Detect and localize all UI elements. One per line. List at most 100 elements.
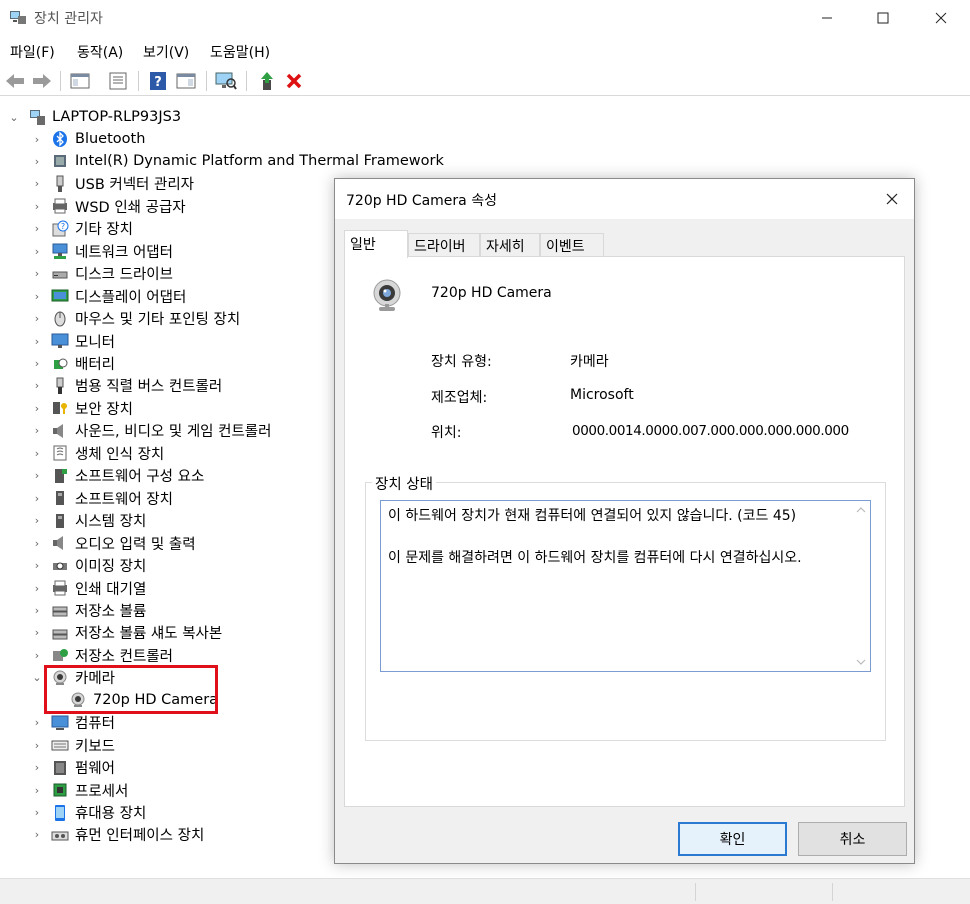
fingerprint-icon xyxy=(51,444,69,462)
menu-file[interactable]: 파일(F) xyxy=(10,42,55,62)
chevron-right-icon[interactable]: › xyxy=(31,335,43,348)
tree-category-item[interactable]: › 디스크 드라이브 xyxy=(31,263,173,285)
tab-details[interactable]: 자세히 xyxy=(480,233,540,257)
chevron-right-icon[interactable]: › xyxy=(31,357,43,370)
chevron-right-icon[interactable]: › xyxy=(31,447,43,460)
ok-button[interactable]: 확인 xyxy=(678,822,787,856)
show-hide-console-button[interactable] xyxy=(69,70,91,92)
tree-category-item[interactable]: › 디스플레이 어댑터 xyxy=(31,285,186,307)
chevron-right-icon[interactable]: › xyxy=(31,537,43,550)
chevron-right-icon[interactable]: › xyxy=(31,514,43,527)
menu-help[interactable]: 도움말(H) xyxy=(210,42,270,62)
tree-category-item[interactable]: › 저장소 볼륨 xyxy=(31,599,147,621)
chevron-right-icon[interactable]: › xyxy=(31,739,43,752)
tree-category-item[interactable]: › 키보드 xyxy=(31,734,115,756)
tree-category-item[interactable]: › 시스템 장치 xyxy=(31,510,146,532)
tree-item-label: 마우스 및 기타 포인팅 장치 xyxy=(75,312,241,329)
chevron-right-icon[interactable]: › xyxy=(31,828,43,841)
tree-category-item[interactable]: › 휴대용 장치 xyxy=(31,802,146,824)
tab-events[interactable]: 이벤트 xyxy=(540,233,604,257)
vertical-scrollbar[interactable] xyxy=(853,502,869,670)
forward-button[interactable] xyxy=(31,70,53,92)
close-icon xyxy=(935,12,947,24)
chevron-right-icon[interactable]: › xyxy=(31,379,43,392)
chevron-right-icon[interactable]: › xyxy=(31,177,43,190)
chevron-down-icon[interactable]: ⌄ xyxy=(8,111,20,124)
tree-category-item[interactable]: › 배터리 xyxy=(31,353,115,375)
tree-category-item[interactable]: › 소프트웨어 장치 xyxy=(31,487,173,509)
tree-category-item[interactable]: › 컴퓨터 xyxy=(31,712,115,734)
chevron-right-icon[interactable]: › xyxy=(31,784,43,797)
tree-category-item[interactable]: › 프로세서 xyxy=(31,779,128,801)
tab-general[interactable]: 일반 xyxy=(344,230,408,258)
tree-category-item[interactable]: › 생체 인식 장치 xyxy=(31,442,164,464)
chevron-right-icon[interactable]: › xyxy=(31,626,43,639)
processor-icon xyxy=(51,781,69,799)
tree-category-item[interactable]: › USB 커넥터 관리자 xyxy=(31,173,194,195)
tree-category-item[interactable]: › 모니터 xyxy=(31,330,115,352)
chevron-right-icon[interactable]: › xyxy=(31,761,43,774)
chevron-right-icon[interactable]: › xyxy=(31,604,43,617)
tab-driver[interactable]: 드라이버 xyxy=(408,233,480,257)
tree-category-item[interactable]: › Bluetooth xyxy=(31,128,145,150)
tree-category-item[interactable]: › 인쇄 대기열 xyxy=(31,577,146,599)
menu-view[interactable]: 보기(V) xyxy=(143,42,189,62)
tree-item-label: Intel(R) Dynamic Platform and Thermal Fr… xyxy=(75,153,444,170)
tree-item-label: 저장소 컨트롤러 xyxy=(75,648,173,665)
chevron-right-icon[interactable]: › xyxy=(31,267,43,280)
tree-item-label: 배터리 xyxy=(75,357,116,373)
chevron-right-icon[interactable]: › xyxy=(31,222,43,235)
chevron-right-icon[interactable]: › xyxy=(31,469,43,482)
chevron-right-icon[interactable]: › xyxy=(31,424,43,437)
tree-root[interactable]: ⌄ LAPTOP-RLP93JS3 xyxy=(8,106,181,128)
update-driver-button[interactable] xyxy=(256,70,278,92)
tree-category-item[interactable]: › 저장소 컨트롤러 xyxy=(31,644,173,666)
close-button[interactable] xyxy=(918,0,964,36)
menu-action[interactable]: 동작(A) xyxy=(77,42,123,62)
tree-category-item[interactable]: › Intel(R) Dynamic Platform and Thermal F… xyxy=(31,150,444,172)
tree-category-item[interactable]: › 휴먼 인터페이스 장치 xyxy=(31,824,204,846)
tree-category-item[interactable]: › 저장소 볼륨 섀도 복사본 xyxy=(31,622,222,644)
chevron-down-icon[interactable]: ⌄ xyxy=(31,671,43,684)
help-button[interactable]: ? xyxy=(147,70,169,92)
uninstall-device-button[interactable] xyxy=(283,70,305,92)
tree-category-item[interactable]: › 펌웨어 xyxy=(31,757,115,779)
tree-category-item[interactable]: › 범용 직렬 버스 컨트롤러 xyxy=(31,375,222,397)
scan-hardware-button[interactable] xyxy=(215,70,237,92)
toolbar-separator xyxy=(206,71,207,91)
chevron-right-icon[interactable]: › xyxy=(31,716,43,729)
tree-category-item[interactable]: ›? 기타 장치 xyxy=(31,218,133,240)
tree-category-item[interactable]: › 보안 장치 xyxy=(31,397,133,419)
tree-category-item[interactable]: › 이미징 장치 xyxy=(31,555,147,577)
general-tab-panel: 720p HD Camera 장치 유형: 카메라 제조업체: Microsof… xyxy=(344,256,905,807)
chevron-right-icon[interactable]: › xyxy=(31,200,43,213)
chevron-right-icon[interactable]: › xyxy=(31,806,43,819)
tree-category-item[interactable]: › 마우스 및 기타 포인팅 장치 xyxy=(31,308,240,330)
cancel-button[interactable]: 취소 xyxy=(798,822,907,856)
storage-controller-icon xyxy=(51,646,69,664)
chevron-right-icon[interactable]: › xyxy=(31,559,43,572)
chevron-right-icon[interactable]: › xyxy=(31,492,43,505)
action-pane-button[interactable] xyxy=(175,70,197,92)
minimize-button[interactable] xyxy=(804,0,850,36)
maximize-button[interactable] xyxy=(860,0,906,36)
chevron-right-icon[interactable]: › xyxy=(31,649,43,662)
manufacturer-label: 제조업체: xyxy=(431,390,488,406)
chevron-right-icon[interactable]: › xyxy=(31,155,43,168)
properties-button[interactable] xyxy=(107,70,129,92)
chevron-right-icon[interactable]: › xyxy=(31,245,43,258)
tree-category-item[interactable]: › 오디오 입력 및 출력 xyxy=(31,532,196,554)
dialog-close-button[interactable] xyxy=(878,185,906,213)
tree-category-item[interactable]: › 소프트웨어 구성 요소 xyxy=(31,465,204,487)
back-button[interactable] xyxy=(4,70,26,92)
chevron-right-icon[interactable]: › xyxy=(31,582,43,595)
chevron-right-icon[interactable]: › xyxy=(31,312,43,325)
chevron-right-icon[interactable]: › xyxy=(31,402,43,415)
tree-item-label: 기타 장치 xyxy=(75,222,133,239)
chevron-right-icon[interactable]: › xyxy=(31,133,43,146)
tree-category-item[interactable]: › WSD 인쇄 공급자 xyxy=(31,195,186,217)
tree-category-item[interactable]: › 네트워크 어댑터 xyxy=(31,240,173,262)
chevron-right-icon[interactable]: › xyxy=(31,290,43,303)
device-status-textbox[interactable]: 이 하드웨어 장치가 현재 컴퓨터에 연결되어 있지 않습니다. (코드 45)… xyxy=(380,500,871,672)
tree-category-item[interactable]: › 사운드, 비디오 및 게임 컨트롤러 xyxy=(31,420,271,442)
